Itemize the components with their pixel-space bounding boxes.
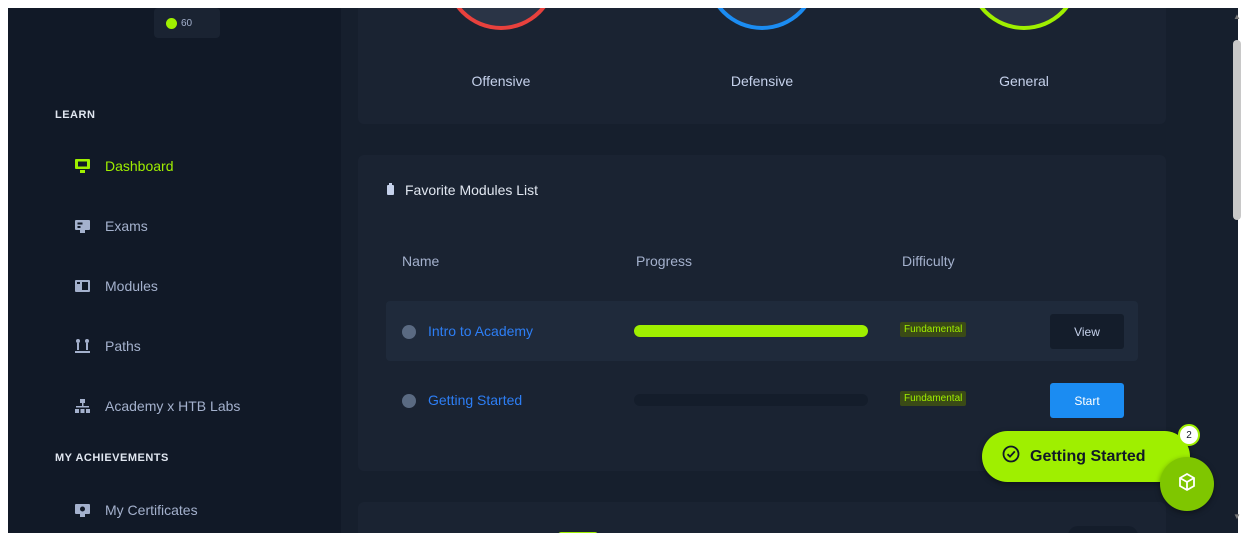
column-header-name[interactable]: Name <box>402 253 439 269</box>
monitor-icon <box>74 158 91 174</box>
column-header-difficulty[interactable]: Difficulty <box>902 253 955 269</box>
sidebar-item-dashboard[interactable]: Dashboard <box>74 154 174 178</box>
start-button[interactable]: Start <box>1050 383 1124 418</box>
sidebar-item-label: Modules <box>105 278 158 294</box>
sidebar-item-label: My Certificates <box>105 502 198 518</box>
network-icon <box>74 398 91 414</box>
difficulty-badge: Fundamental <box>900 391 967 406</box>
sidebar-item-my-certificates[interactable]: My Certificates <box>74 498 198 522</box>
view-button[interactable]: View <box>1050 314 1124 349</box>
scroll-down-arrow[interactable]: ▼ <box>1233 512 1241 521</box>
column-header-progress[interactable]: Progress <box>636 253 692 269</box>
sidebar: 60 LEARN Dashboard Exams Modules Paths A… <box>8 8 341 533</box>
module-link[interactable]: Getting Started <box>428 392 522 408</box>
sidebar-item-label: Exams <box>105 218 148 234</box>
notification-count-badge: 2 <box>1178 424 1200 446</box>
getting-started-label: Getting Started <box>1030 447 1146 465</box>
modules-icon <box>74 278 91 294</box>
category-label-general: General <box>999 73 1049 89</box>
favorite-modules-title-text: Favorite Modules List <box>405 182 539 198</box>
paths-icon <box>74 338 91 354</box>
getting-started-button[interactable]: Getting Started <box>982 431 1190 482</box>
getting-started-launcher[interactable] <box>1160 457 1214 511</box>
scroll-up-arrow[interactable]: ▲ <box>1233 12 1241 21</box>
sidebar-item-academy-htb-labs[interactable]: Academy x HTB Labs <box>74 394 240 418</box>
module-link[interactable]: Intro to Academy <box>428 323 533 339</box>
difficulty-badge: Fundamental <box>900 322 967 337</box>
sidebar-item-label: Dashboard <box>105 158 174 174</box>
learn-section-title: LEARN <box>55 109 96 121</box>
table-row: Getting Started Fundamental Start <box>386 370 1138 430</box>
sidebar-item-label: Paths <box>105 338 141 354</box>
module-progress-bar <box>634 325 868 337</box>
general-progress-ring[interactable] <box>968 8 1080 30</box>
module-status-icon <box>402 394 416 408</box>
coin-balance[interactable]: 60 <box>154 8 220 38</box>
module-status-icon <box>402 325 416 339</box>
check-circle-icon <box>1002 445 1020 468</box>
category-panel: Offensive Defensive General <box>358 8 1166 124</box>
category-label-defensive: Defensive <box>730 73 794 89</box>
favorite-modules-title: Favorite Modules List <box>386 182 538 198</box>
favorite-modules-panel: Favorite Modules List Name Progress Diff… <box>358 155 1166 471</box>
achievements-section-title: MY ACHIEVEMENTS <box>55 452 169 464</box>
module-progress-fill <box>634 325 868 337</box>
sidebar-item-paths[interactable]: Paths <box>74 334 141 358</box>
module-progress-bar <box>634 394 868 406</box>
offensive-progress-ring[interactable] <box>445 8 557 30</box>
coin-count: 60 <box>181 17 193 29</box>
defensive-progress-ring[interactable] <box>706 8 818 30</box>
next-section-panel <box>358 502 1166 533</box>
category-label-offensive: Offensive <box>471 73 531 89</box>
sidebar-item-modules[interactable]: Modules <box>74 274 158 298</box>
sidebar-item-exams[interactable]: Exams <box>74 214 148 238</box>
scrollbar-thumb[interactable] <box>1233 40 1241 220</box>
certificate-icon <box>74 502 91 518</box>
exam-icon <box>74 218 91 234</box>
coin-icon <box>166 17 177 29</box>
sidebar-item-label: Academy x HTB Labs <box>105 398 241 414</box>
section-controls[interactable] <box>1068 526 1138 533</box>
table-row: Intro to Academy Fundamental View <box>386 301 1138 361</box>
cube-icon <box>1177 472 1197 497</box>
bookmark-icon <box>386 182 395 198</box>
